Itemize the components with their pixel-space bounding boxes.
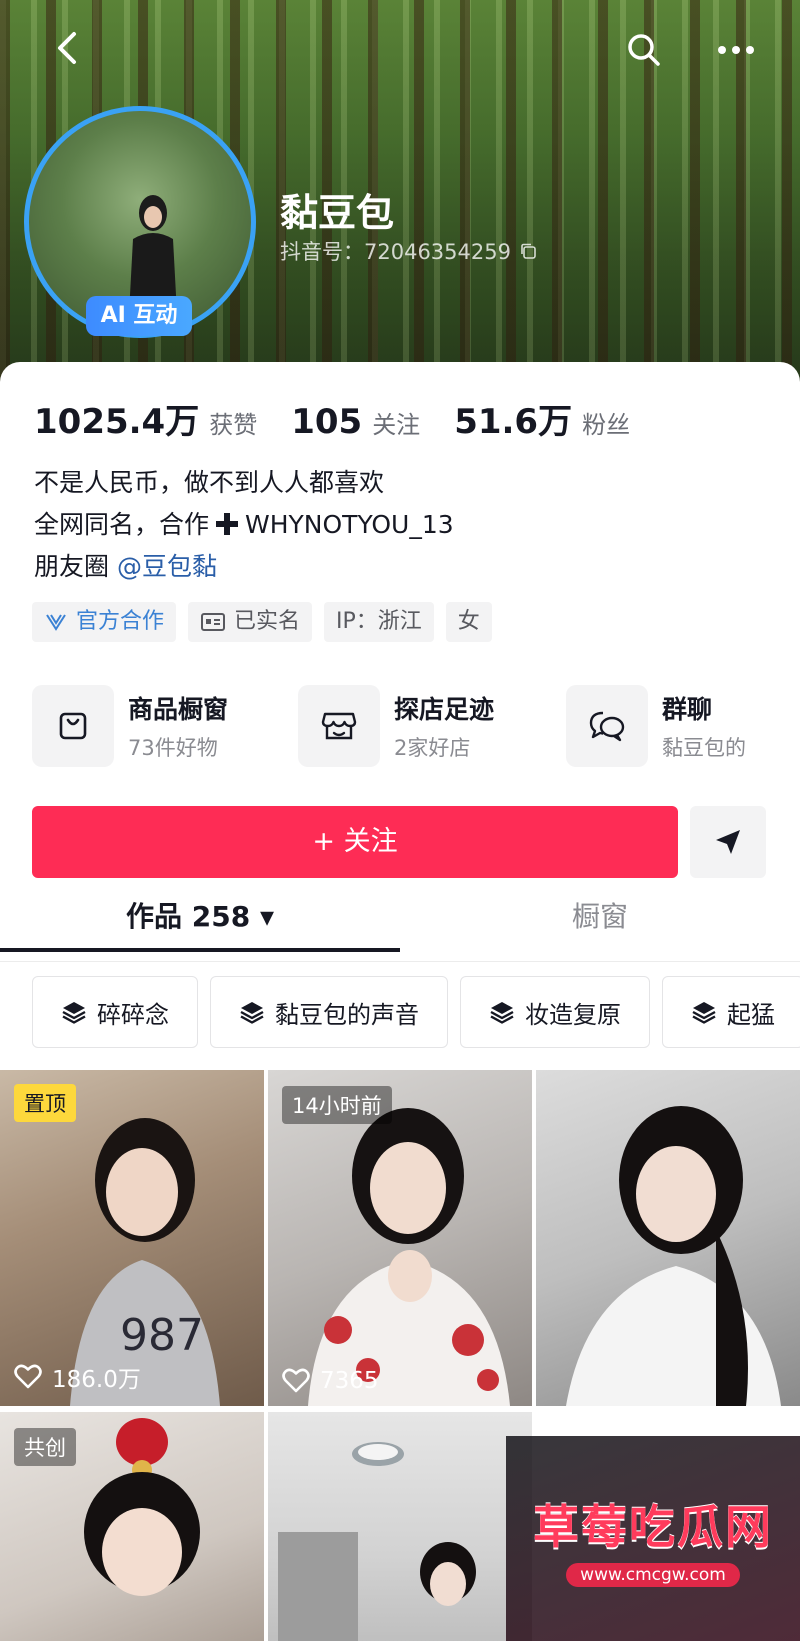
bio: 不是人民币，做不到人人都喜欢 全网同名，合作 WHYNOTYOU_13 朋友圈 @… — [34, 462, 454, 588]
more-dots-icon — [718, 46, 754, 54]
watermark-url: www.cmcgw.com — [566, 1562, 740, 1587]
shortcut-store-visits[interactable]: 探店足迹 2家好店 — [298, 684, 494, 768]
store-icon — [321, 712, 357, 740]
user-id-text: 抖音号：72046354259 — [280, 240, 511, 264]
send-icon — [716, 830, 740, 854]
follow-button[interactable]: + 关注 — [32, 806, 678, 878]
room-scene — [278, 1442, 476, 1641]
shortcut-subtitle: 黏豆包的 — [662, 736, 746, 760]
tag-gender: 女 — [445, 602, 492, 642]
video-thumbnail[interactable] — [268, 1412, 532, 1641]
likes-count: 7365 — [320, 1368, 379, 1394]
video-thumbnail[interactable]: 987 置顶 186.0万 — [0, 1070, 264, 1406]
plus-icon — [216, 513, 239, 535]
chat-bubbles-icon — [589, 711, 625, 742]
followers-label[interactable]: 粉丝 — [582, 405, 630, 440]
person-figure — [84, 1418, 200, 1596]
collection-chip[interactable]: 碎碎念 — [32, 976, 198, 1048]
collection-label: 碎碎念 — [97, 1000, 169, 1029]
copy-icon[interactable] — [519, 242, 537, 260]
stack-icon — [240, 1002, 264, 1024]
user-name: 黏豆包 — [280, 191, 395, 235]
svg-text:987: 987 — [120, 1310, 204, 1361]
collection-label: 妆造复原 — [525, 1000, 621, 1029]
search-icon — [628, 34, 660, 66]
shortcut-row: 商品橱窗 73件好物 探店足迹 2家好店 群聊 黏豆包的 — [32, 684, 800, 768]
co-creation-badge: 共创 — [14, 1428, 76, 1466]
bio-line-1: 不是人民币，做不到人人都喜欢 — [34, 468, 385, 497]
collection-chip[interactable]: 起猛 — [662, 976, 800, 1048]
bio-line-2-prefix: 全网同名，合作 — [34, 510, 210, 539]
id-card-icon — [201, 613, 226, 631]
bio-line-2-suffix: WHYNOTYOU_13 — [245, 510, 454, 539]
person-figure — [566, 1106, 781, 1406]
tag-ip-location: IP：浙江 — [324, 602, 434, 642]
bio-line-3: 朋友圈 @豆包黏 — [34, 546, 454, 588]
shortcut-icon-box — [566, 685, 648, 767]
likes-count: 186.0万 — [52, 1367, 141, 1393]
followers-count[interactable]: 51.6万 — [454, 394, 572, 443]
heart-icon — [282, 1368, 310, 1393]
back-arrow-icon — [58, 32, 76, 64]
shortcut-title: 商品橱窗 — [128, 695, 229, 724]
shortcut-subtitle: 2家好店 — [394, 736, 471, 760]
pinned-badge: 置顶 — [14, 1084, 76, 1122]
likes-label: 获赞 — [209, 411, 258, 439]
shortcut-icon-box — [298, 685, 380, 767]
video-thumbnail[interactable]: 14小时前 7365 — [268, 1070, 532, 1406]
stack-icon — [62, 1002, 86, 1024]
stack-icon — [692, 1002, 716, 1024]
tag-verified-label: 已实名 — [234, 609, 301, 634]
likes-count: 1025.4万 — [34, 402, 200, 442]
collection-chip[interactable]: 妆造复原 — [460, 976, 650, 1048]
search-button[interactable] — [624, 30, 664, 70]
time-badge: 14小时前 — [282, 1086, 392, 1124]
tag-verified: 已实名 — [188, 602, 313, 642]
watermark-title: 草莓吃瓜网 — [533, 1499, 773, 1554]
following-count[interactable]: 105 — [291, 402, 362, 442]
shortcut-subtitle: 73件好物 — [128, 736, 218, 760]
active-tab-indicator — [0, 948, 400, 952]
collection-chip[interactable]: 黏豆包的声音 — [210, 976, 448, 1048]
collection-label: 黏豆包的声音 — [275, 1000, 419, 1029]
more-button[interactable] — [712, 30, 760, 70]
video-likes: 7365 — [282, 1368, 379, 1394]
person-figure — [308, 1108, 510, 1406]
share-button[interactable] — [690, 806, 766, 878]
official-cooperation-icon — [46, 614, 66, 631]
back-button[interactable] — [48, 28, 88, 68]
bio-line-2: 全网同名，合作 WHYNOTYOU_13 — [34, 504, 454, 546]
stats-row: 1025.4万 获赞 105 关注 51.6万 粉丝 — [34, 394, 664, 443]
user-id-row: 抖音号：72046354259 — [280, 236, 537, 266]
video-thumbnail[interactable]: 共创 — [0, 1412, 264, 1641]
heart-icon — [14, 1364, 42, 1389]
following-label[interactable]: 关注 — [372, 405, 420, 440]
collection-chips: 碎碎念 黏豆包的声音 妆造复原 起猛 — [32, 976, 800, 1048]
shortcut-icon-box — [32, 685, 114, 767]
shopping-bag-icon — [59, 712, 87, 740]
collection-label: 起猛 — [727, 1000, 775, 1029]
profile-tags: 官方合作 已实名 IP：浙江 女 — [32, 602, 492, 642]
tag-official-label: 官方合作 — [76, 609, 165, 634]
shortcut-group-chat[interactable]: 群聊 黏豆包的 — [566, 684, 746, 768]
tab-showcase[interactable]: 橱窗 — [400, 882, 800, 962]
shortcut-title: 探店足迹 — [394, 695, 495, 724]
video-thumbnail[interactable] — [536, 1070, 800, 1406]
bio-line-3-prefix: 朋友圈 — [34, 552, 110, 581]
site-watermark: 草莓吃瓜网 www.cmcgw.com — [506, 1436, 800, 1641]
ai-interact-badge[interactable]: AI 互动 — [86, 296, 192, 336]
shortcut-product-showcase[interactable]: 商品橱窗 73件好物 — [32, 684, 228, 768]
video-likes: 186.0万 — [14, 1360, 141, 1394]
shortcut-title: 群聊 — [662, 695, 713, 724]
stack-icon — [490, 1002, 514, 1024]
mention-link[interactable]: @豆包黏 — [117, 552, 217, 581]
tag-official-cooperation[interactable]: 官方合作 — [32, 602, 177, 642]
